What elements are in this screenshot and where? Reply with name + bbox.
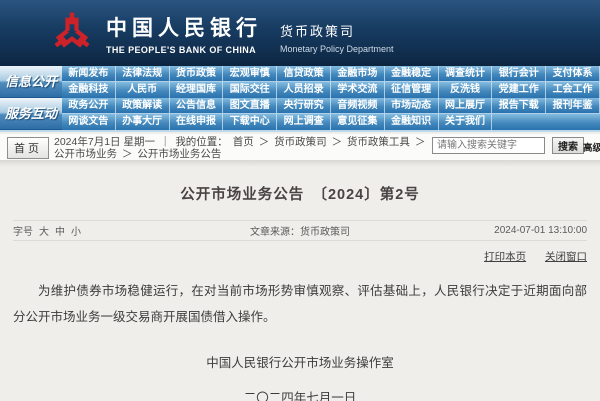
breadcrumb-location-label: 我的位置： [175,136,228,148]
breadcrumb: 2024年7月1日 星期一 ｜ 我的位置： 首页 ＞ 货币政策司 ＞ 货币政策工… [53,136,431,160]
article-body: 为维护债券市场稳健运行，在对当前市场形势审慎观察、评估基础上，人民银行决定于近期… [13,278,587,330]
breadcrumb-separator: ＞ [259,136,270,148]
nav-item-zhengxinguanli[interactable]: 征信管理 [385,82,439,98]
nav-row: 网谈文告 办事大厅 在线申报 下载中心 网上调查 意见征集 金融知识 关于我们 [62,114,600,130]
breadcrumb-date: 2024年7月1日 星期一 [54,136,155,148]
nav-item-yijianzhengji[interactable]: 意见征集 [331,114,385,130]
nav-item-renminbi[interactable]: 人民币 [116,82,170,98]
print-close-row-top: 打印本页 关闭窗口 [13,249,587,264]
pboc-logo-icon [50,10,94,56]
nav-item-zhengwugongkai[interactable]: 政务公开 [62,98,116,113]
nav-item-renyuanzhaolu[interactable]: 人员招录 [277,82,331,98]
nav-item-diaochatongji[interactable]: 调查统计 [439,66,493,81]
nav-section-info: 信息公开 新闻发布 法律法规 货币政策 宏观审慎 信贷政策 金融市场 金融稳定 … [0,66,600,98]
nav-item-falvfagui[interactable]: 法律法规 [116,66,170,81]
breadcrumb-separator: ＞ [415,136,426,148]
nav-row: 政务公开 政策解读 公告信息 图文直播 央行研究 音频视频 市场动态 网上展厅 … [62,98,600,114]
nav-item-jingliguoku[interactable]: 经理国库 [170,82,224,98]
nav-item-jinrongwending[interactable]: 金融稳定 [385,66,439,81]
nav-item-yanghangyanjiu[interactable]: 央行研究 [277,98,331,113]
nav-item-xinwenfabu[interactable]: 新闻发布 [62,66,116,81]
nav-item-huobizhengce[interactable]: 货币政策 [170,66,224,81]
article-source: 文章来源：货币政策司 [182,223,418,238]
home-button[interactable]: 首页 [7,137,49,159]
nav-item-baokannianjian[interactable]: 报刊年鉴 [546,98,600,113]
nav-item-xiazaizhongxin[interactable]: 下载中心 [223,114,277,130]
nav-item-guojijiaowang[interactable]: 国际交往 [223,82,277,98]
article-meta-row: 字号 大 中 小 文章来源：货币政策司 2024-07-01 13:10:00 [13,220,587,241]
article-title: 公开市场业务公告 〔2024〕第2号 [13,183,587,204]
nav-item-fanxiqian[interactable]: 反洗钱 [439,82,493,98]
breadcrumb-item-announcements[interactable]: 公开市场业务公告 [137,148,221,160]
main-navigation: 信息公开 新闻发布 法律法规 货币政策 宏观审慎 信贷政策 金融市场 金融稳定 … [0,66,600,132]
search-input[interactable] [432,137,545,154]
breadcrumb-bottom-strip [0,160,600,167]
nav-item-banshidating[interactable]: 办事大厅 [116,114,170,130]
nav-row: 金融科技 人民币 经理国库 国际交往 人员招录 学术交流 征信管理 反洗钱 党建… [62,82,600,98]
department-name-cn: 货币政策司 [280,21,394,40]
nav-item-wangshangdiaocha[interactable]: 网上调查 [277,114,331,130]
nav-item-jinrongzhishi[interactable]: 金融知识 [385,114,439,130]
advanced-search-link[interactable]: 高级搜索 [583,140,600,154]
nav-item-dangjiangongzuo[interactable]: 党建工作 [492,82,546,98]
nav-item-wangtanwengao[interactable]: 网谈文告 [62,114,116,130]
nav-item-wangshangzhanting[interactable]: 网上展厅 [439,98,493,113]
print-page-link[interactable]: 打印本页 [484,251,526,263]
nav-item-gonghuigongzuo[interactable]: 工会工作 [546,82,600,98]
nav-row-filler [492,114,600,130]
nav-row: 新闻发布 法律法规 货币政策 宏观审慎 信贷政策 金融市场 金融稳定 调查统计 … [62,66,600,82]
search-button[interactable]: 搜索 [552,137,584,154]
font-size-label: 字号 [13,223,33,238]
breadcrumb-separator: ＞ [122,148,133,160]
nav-item-gonggaoxinxi[interactable]: 公告信息 [170,98,224,113]
close-window-link[interactable]: 关闭窗口 [545,251,587,263]
bank-name-en: THE PEOPLE'S BANK OF CHINA [106,45,262,55]
font-size-small[interactable]: 小 [71,223,81,238]
nav-item-shichangdongtai[interactable]: 市场动态 [385,98,439,113]
breadcrumb-separator: ＞ [332,136,343,148]
article-signature: 中国人民银行公开市场业务操作室 [13,352,587,371]
breadcrumb-divider: ｜ [160,136,171,148]
breadcrumb-item-omo[interactable]: 公开市场业务 [54,148,117,160]
nav-section-label-service[interactable]: 服务互动 [0,98,62,130]
pboc-announcement-page: 中国人民银行 THE PEOPLE'S BANK OF CHINA 货币政策司 … [0,0,600,401]
nav-section-service: 服务互动 政务公开 政策解读 公告信息 图文直播 央行研究 音频视频 市场动态 … [0,98,600,130]
nav-item-hongguanshenshen[interactable]: 宏观审慎 [223,66,277,81]
nav-item-zaixianshenbao[interactable]: 在线申报 [170,114,224,130]
breadcrumb-bar: 首页 2024年7月1日 星期一 ｜ 我的位置： 首页 ＞ 货币政策司 ＞ 货币… [0,134,600,160]
bank-name-cn: 中国人民银行 [106,12,262,42]
nav-item-xindaizhengce[interactable]: 信贷政策 [277,66,331,81]
font-size-large[interactable]: 大 [39,223,49,238]
breadcrumb-item-home[interactable]: 首页 [233,136,254,148]
nav-item-baogaoxiazai[interactable]: 报告下载 [492,98,546,113]
nav-item-jinrongshichang[interactable]: 金融市场 [331,66,385,81]
article-datetime: 2024-07-01 13:10:00 [418,225,587,236]
nav-section-label-info[interactable]: 信息公开 [0,66,62,98]
nav-item-xueshujiaoliu[interactable]: 学术交流 [331,82,385,98]
nav-item-zhengcejiedu[interactable]: 政策解读 [116,98,170,113]
announcement-article: 公开市场业务公告 〔2024〕第2号 字号 大 中 小 文章来源：货币政策司 2… [0,167,600,401]
nav-item-jinrongkeji[interactable]: 金融科技 [62,82,116,98]
nav-item-tuwenzhibo[interactable]: 图文直播 [223,98,277,113]
nav-item-yinhangkuaiji[interactable]: 银行会计 [492,66,546,81]
nav-item-guanyuwomen[interactable]: 关于我们 [439,114,493,130]
font-size-medium[interactable]: 中 [55,223,65,238]
nav-item-zhifutixi[interactable]: 支付体系 [546,66,600,81]
breadcrumb-item-dept[interactable]: 货币政策司 [274,136,327,148]
site-header: 中国人民银行 THE PEOPLE'S BANK OF CHINA 货币政策司 … [0,0,600,66]
department-name-en: Monetary Policy Department [280,44,394,54]
article-sign-date: 二〇二四年七月一日 [13,387,587,401]
breadcrumb-item-tools[interactable]: 货币政策工具 [347,136,410,148]
nav-item-yinpinshipin[interactable]: 音频视频 [331,98,385,113]
